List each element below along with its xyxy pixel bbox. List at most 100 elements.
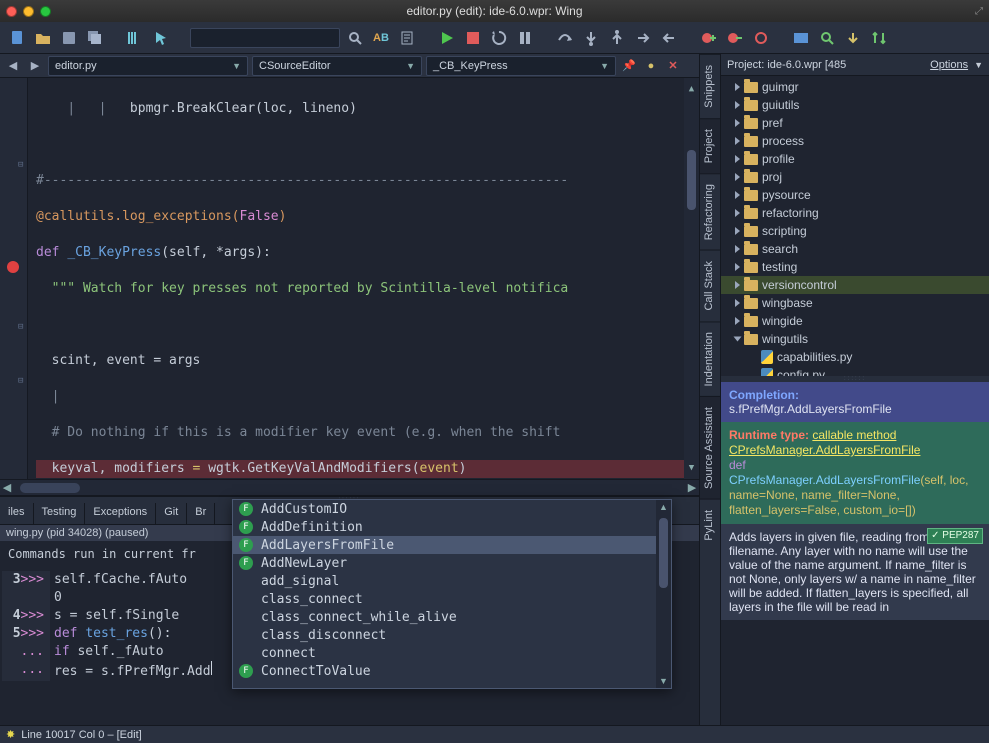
file-selector[interactable]: editor.py▼	[48, 56, 248, 76]
pause-button[interactable]	[514, 27, 536, 49]
expand-icon[interactable]	[735, 155, 740, 163]
terminal-button[interactable]	[790, 27, 812, 49]
tree-item[interactable]: profile	[721, 150, 989, 168]
step-over-button[interactable]	[554, 27, 576, 49]
run-button[interactable]	[436, 27, 458, 49]
tab-source-assistant[interactable]: Source Assistant	[700, 396, 720, 499]
save-button[interactable]	[58, 27, 80, 49]
scroll-up-icon[interactable]: ▲	[684, 80, 699, 98]
fold-minus-icon[interactable]: ⊟	[18, 156, 23, 174]
tree-item[interactable]: capabilities.py	[721, 348, 989, 366]
swap-button[interactable]	[868, 27, 890, 49]
step-into-button[interactable]	[580, 27, 602, 49]
expand-icon[interactable]	[735, 317, 740, 325]
tab-testing[interactable]: Testing	[34, 503, 86, 524]
search-input[interactable]	[190, 28, 340, 48]
tree-item[interactable]: search	[721, 240, 989, 258]
scrollbar-thumb[interactable]	[687, 150, 696, 210]
autocomplete-item[interactable]: FAddCustomIO	[233, 500, 671, 518]
class-selector[interactable]: CSourceEditor▼	[252, 56, 422, 76]
code-editor[interactable]: ⊟ ⊟ ⊟ | | bpmgr.BreakClear(loc, lineno) …	[0, 78, 699, 479]
tree-item[interactable]: scripting	[721, 222, 989, 240]
expand-icon[interactable]	[735, 83, 740, 91]
diff-button[interactable]: AB	[370, 27, 392, 49]
nav-forward-button[interactable]: ▶	[26, 57, 44, 75]
expand-icon[interactable]	[735, 101, 740, 109]
tree-item[interactable]: versioncontrol	[721, 276, 989, 294]
fold-minus-icon[interactable]: ⊟	[18, 318, 23, 336]
project-options-link[interactable]: Options	[930, 59, 968, 71]
class-link[interactable]: CPrefsManager.AddLayersFromFile	[729, 443, 920, 457]
autocomplete-item[interactable]: FAddLayersFromFile	[233, 536, 671, 554]
tab-call-stack[interactable]: Call Stack	[700, 250, 720, 321]
tree-item[interactable]: guimgr	[721, 78, 989, 96]
tree-item[interactable]: process	[721, 132, 989, 150]
tab-snippets[interactable]: Snippets	[700, 54, 720, 118]
tab-pylint[interactable]: PyLint	[700, 499, 720, 551]
expand-icon[interactable]	[735, 245, 740, 253]
tab-git[interactable]: Git	[156, 503, 187, 524]
nav-back-button[interactable]: ◀	[4, 57, 22, 75]
autocomplete-popup[interactable]: FAddCustomIOFAddDefinitionFAddLayersFrom…	[232, 499, 672, 689]
fold-minus-icon[interactable]: ⊟	[18, 372, 23, 390]
tab-exceptions[interactable]: Exceptions	[85, 503, 156, 524]
scroll-down-icon[interactable]: ▼	[684, 459, 699, 477]
expand-icon[interactable]	[735, 299, 740, 307]
restart-button[interactable]	[488, 27, 510, 49]
autocomplete-item[interactable]: class_connect_while_alive	[233, 608, 671, 626]
bug-icon[interactable]: ✸	[6, 728, 15, 741]
down-button[interactable]	[842, 27, 864, 49]
goto-button[interactable]	[396, 27, 418, 49]
tree-item[interactable]: guiutils	[721, 96, 989, 114]
autocomplete-item[interactable]: class_connect	[233, 590, 671, 608]
scroll-right-icon[interactable]: ▶	[685, 481, 699, 494]
expand-icon[interactable]	[735, 281, 740, 289]
function-selector[interactable]: _CB_KeyPress▼	[426, 56, 616, 76]
expand-icon[interactable]	[735, 227, 740, 235]
new-file-button[interactable]	[6, 27, 28, 49]
runtime-type-link[interactable]: callable method	[812, 428, 896, 442]
expand-icon[interactable]	[735, 263, 740, 271]
autocomplete-item[interactable]: FAddDefinition	[233, 518, 671, 536]
expand-icon[interactable]	[734, 337, 742, 342]
tab-files[interactable]: iles	[0, 503, 34, 524]
autocomplete-item[interactable]: connect	[233, 644, 671, 662]
scrollbar-thumb[interactable]	[659, 518, 668, 588]
tree-item[interactable]: wingbase	[721, 294, 989, 312]
tree-item[interactable]: refactoring	[721, 204, 989, 222]
scroll-down-icon[interactable]: ▼	[656, 676, 671, 686]
autocomplete-item[interactable]: class_disconnect	[233, 626, 671, 644]
open-folder-button[interactable]	[32, 27, 54, 49]
autocomplete-item[interactable]: FConnectToValue	[233, 662, 671, 680]
tree-item[interactable]: wingutils	[721, 330, 989, 348]
stop-button[interactable]	[462, 27, 484, 49]
tree-item[interactable]: pysource	[721, 186, 989, 204]
editor-gutter[interactable]: ⊟ ⊟ ⊟	[0, 78, 28, 479]
autocomplete-item[interactable]: add_signal	[233, 572, 671, 590]
tab-breakpoints[interactable]: Br	[187, 503, 215, 524]
tab-project[interactable]: Project	[700, 118, 720, 173]
chevron-down-icon[interactable]: ▼	[974, 60, 983, 70]
tree-item[interactable]: config.py	[721, 366, 989, 376]
expand-icon[interactable]	[735, 173, 740, 181]
scroll-up-icon[interactable]: ▲	[656, 502, 671, 512]
disable-breakpoint-button[interactable]	[750, 27, 772, 49]
expand-icon[interactable]	[735, 209, 740, 217]
save-all-button[interactable]	[84, 27, 106, 49]
tree-item[interactable]: testing	[721, 258, 989, 276]
project-tree[interactable]: guimgrguiutilsprefprocessprofileprojpyso…	[721, 76, 989, 376]
autocomplete-scrollbar[interactable]: ▲ ▼	[656, 500, 671, 688]
pointer-button[interactable]	[150, 27, 172, 49]
tree-item[interactable]: proj	[721, 168, 989, 186]
tree-item[interactable]: pref	[721, 114, 989, 132]
add-breakpoint-button[interactable]	[698, 27, 720, 49]
tree-item[interactable]: wingide	[721, 312, 989, 330]
step-return-button[interactable]	[632, 27, 654, 49]
tab-indentation[interactable]: Indentation	[700, 321, 720, 396]
stick-button[interactable]: ●	[642, 57, 660, 75]
expand-icon[interactable]	[735, 191, 740, 199]
search-button[interactable]	[344, 27, 366, 49]
editor-vscrollbar[interactable]: ▲ ▼	[684, 78, 699, 479]
find-button[interactable]	[816, 27, 838, 49]
return-value-button[interactable]	[658, 27, 680, 49]
